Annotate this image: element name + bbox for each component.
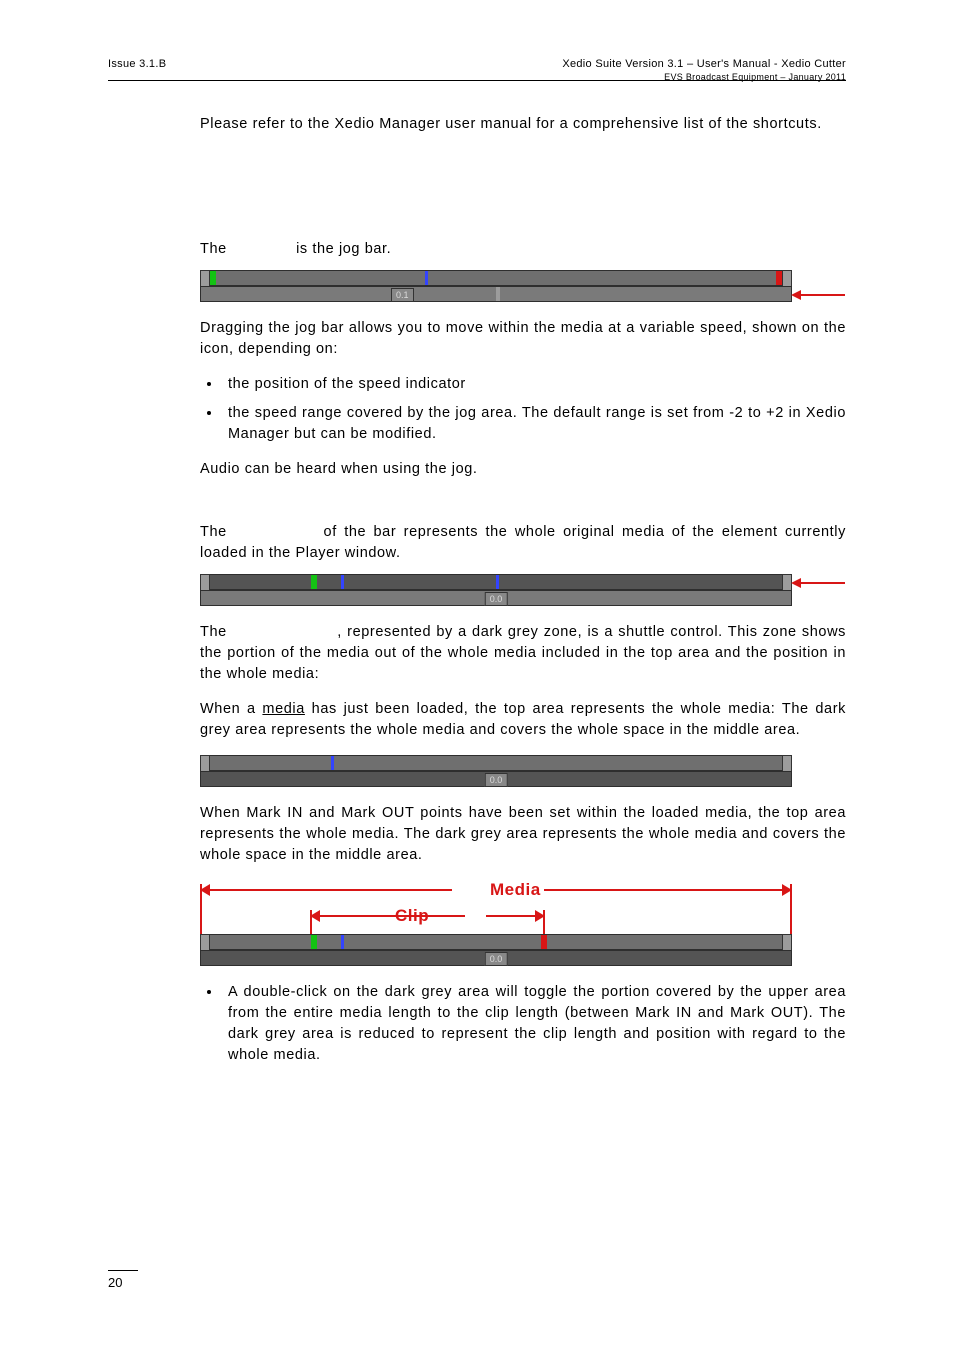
callout-arrow-icon: [791, 287, 845, 303]
jog-sentence-prefix: The: [200, 241, 231, 257]
media-bar-figure: 0.0: [200, 574, 792, 606]
mark-in-icon[interactable]: [311, 575, 317, 589]
jog-bullets: the position of the speed indicator the …: [200, 374, 846, 445]
mark-in-icon[interactable]: [311, 935, 317, 949]
speed-indicator[interactable]: 0.1: [391, 288, 414, 302]
shuttle-desc: The , represented by a dark grey zone, i…: [200, 622, 846, 685]
when-marks-set: When Mark IN and Mark OUT points have be…: [200, 803, 846, 866]
media-bar-top-3[interactable]: [200, 755, 792, 771]
media-label: Media: [490, 880, 541, 900]
speed-indicator[interactable]: 0.0: [485, 592, 508, 606]
shuttle-prefix: The: [200, 624, 232, 640]
nowline-indicator[interactable]: [331, 756, 334, 770]
media-bar-top[interactable]: [200, 270, 792, 286]
header-product: Xedio Suite Version 3.1 – User's Manual …: [562, 58, 846, 82]
doubleclick-bullet: A double-click on the dark grey area wil…: [222, 982, 846, 1066]
media-clip-diagram: Media Clip 0.0: [200, 880, 792, 966]
mark-in-icon[interactable]: [210, 271, 216, 285]
jog-bullet-2: the speed range covered by the jog area.…: [222, 403, 846, 445]
shuttle-suffix: , represented by a dark grey zone, is a …: [200, 624, 846, 682]
page-number: 20: [108, 1270, 138, 1290]
jog-sentence-suffix: is the jog bar.: [296, 241, 391, 257]
when-media-loaded: When a media has just been loaded, the t…: [200, 699, 846, 741]
mark-out-icon[interactable]: [541, 935, 547, 949]
callout-arrow-icon: [791, 575, 845, 591]
mediabar-intro-prefix: The: [200, 524, 234, 540]
clip-label: Clip: [395, 906, 429, 926]
speed-indicator[interactable]: 0.0: [485, 952, 508, 966]
intro-paragraph: Please refer to the Xedio Manager user m…: [200, 114, 846, 135]
jog-desc: Dragging the jog bar allows you to move …: [200, 318, 846, 360]
jog-bar[interactable]: 0.1: [200, 286, 792, 302]
mediabar-intro: The of the bar represents the whole orig…: [200, 522, 846, 564]
jog-bar-3[interactable]: 0.0: [200, 771, 792, 787]
when-media-prefix: When a: [200, 701, 262, 717]
jog-bar-figure: 0.1: [200, 270, 792, 302]
nowline-indicator[interactable]: [341, 935, 344, 949]
jog-audio: Audio can be heard when using the jog.: [200, 459, 846, 480]
header-rule: [108, 80, 846, 81]
speed-indicator[interactable]: 0.0: [485, 773, 508, 787]
nowline-indicator[interactable]: [341, 575, 344, 589]
media-bar-top-2[interactable]: [200, 574, 792, 590]
center-indicator: [496, 575, 499, 589]
doubleclick-bullet-list: A double-click on the dark grey area wil…: [200, 982, 846, 1066]
jog-bar-4[interactable]: 0.0: [200, 950, 792, 966]
when-media-word: media: [262, 701, 305, 717]
media-bar-figure-2: 0.0: [200, 755, 792, 787]
nowline-indicator[interactable]: [425, 271, 428, 285]
mediabar-intro-suffix: of the bar represents the whole original…: [200, 524, 846, 561]
jog-bar-2[interactable]: 0.0: [200, 590, 792, 606]
header-issue: Issue 3.1.B: [108, 58, 166, 70]
media-bar-top-4[interactable]: [200, 934, 792, 950]
jog-sentence: The is the jog bar.: [200, 239, 846, 260]
jog-bullet-1: the position of the speed indicator: [222, 374, 846, 395]
jog-center-tick: [496, 287, 500, 301]
header-title: Xedio Suite Version 3.1 – User's Manual …: [562, 58, 846, 70]
